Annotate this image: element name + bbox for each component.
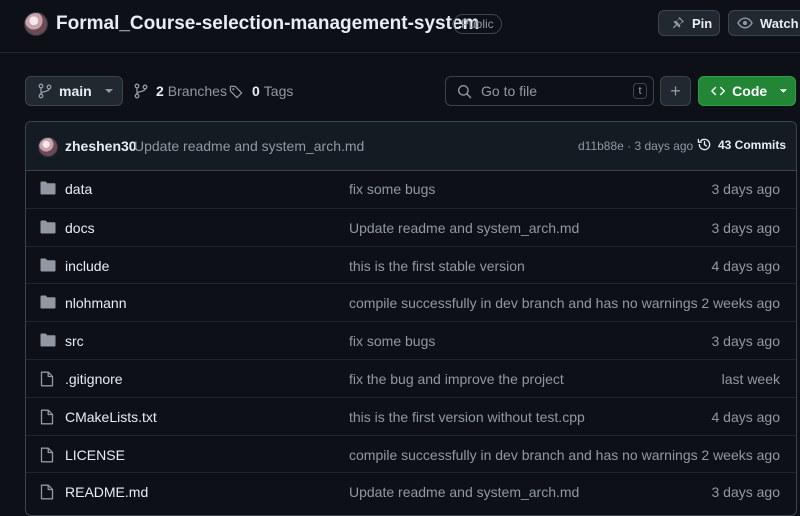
branches-label: Branches: [167, 83, 227, 99]
code-label: Code: [732, 83, 768, 99]
branch-selector[interactable]: main: [25, 76, 123, 106]
folder-icon: [40, 220, 56, 239]
file-name[interactable]: .gitignore: [65, 371, 123, 387]
file-name[interactable]: include: [65, 258, 109, 274]
file-name[interactable]: LICENSE: [65, 447, 125, 463]
pin-button[interactable]: Pin: [658, 10, 720, 36]
go-to-file-input[interactable]: Go to file t: [445, 76, 654, 106]
tag-icon: [229, 85, 243, 98]
latest-commit-bar: zheshen30 Update readme and system_arch.…: [26, 122, 796, 171]
commit-author-avatar[interactable]: [38, 137, 58, 157]
file-commit-time: 4 days ago: [711, 408, 781, 425]
file-commit-time: 2 weeks ago: [701, 295, 780, 312]
file-commit-time: 3 days ago: [711, 333, 781, 350]
tags-link[interactable]: 0 Tags: [229, 83, 293, 99]
commit-hash-time[interactable]: d11b88e · 3 days ago: [578, 139, 693, 153]
caret-down-icon: [104, 89, 113, 93]
commit-author[interactable]: zheshen30: [65, 138, 137, 154]
caret-down-icon: [780, 89, 788, 93]
file-name[interactable]: README.md: [65, 484, 148, 500]
file-name[interactable]: docs: [65, 220, 95, 236]
plus-icon: +: [670, 80, 681, 101]
branches-link[interactable]: 2 Branches: [134, 83, 227, 99]
repo-title[interactable]: Formal_Course-selection-management-syste…: [56, 13, 479, 35]
shortcut-key: t: [633, 83, 647, 99]
file-name[interactable]: src: [65, 333, 84, 349]
folder-icon: [40, 333, 56, 352]
file-commit-message[interactable]: Update readme and system_arch.md: [349, 484, 579, 500]
file-row[interactable]: LICENSE compile successfully in dev branc…: [26, 434, 796, 473]
pin-icon: [672, 17, 684, 29]
code-icon: [711, 86, 725, 96]
visibility-badge: Public: [453, 14, 502, 34]
file-icon: [40, 409, 54, 430]
file-commit-time: 3 days ago: [711, 181, 781, 197]
tags-label: Tags: [263, 83, 294, 99]
file-row[interactable]: README.md Update readme and system_arch.m…: [26, 472, 796, 510]
file-commit-message[interactable]: this is the first stable version: [349, 258, 525, 274]
file-row[interactable]: CMakeLists.txt this is the first version …: [26, 396, 796, 435]
file-commit-message[interactable]: fix some bugs: [349, 181, 435, 197]
commit-message[interactable]: Update readme and system_arch.md: [134, 138, 364, 154]
commits-history-link[interactable]: 43 Commits: [697, 137, 786, 152]
code-button[interactable]: Code: [698, 76, 796, 106]
pin-label: Pin: [692, 15, 713, 31]
owner-avatar[interactable]: [24, 12, 48, 36]
search-icon: [457, 84, 472, 98]
file-list: zheshen30 Update readme and system_arch.…: [25, 121, 797, 516]
search-placeholder: Go to file: [481, 83, 538, 99]
file-commit-time: 3 days ago: [711, 484, 781, 501]
file-commit-message[interactable]: fix the bug and improve the project: [349, 371, 564, 387]
file-commit-time: 4 days ago: [711, 257, 781, 274]
commits-count: 43 Commits: [718, 137, 787, 152]
file-commit-message[interactable]: Update readme and system_arch.md: [349, 220, 579, 236]
file-row[interactable]: docs Update readme and system_arch.md 3 da…: [26, 207, 796, 246]
branches-count: 2: [156, 83, 164, 99]
tags-count: 0: [252, 83, 260, 99]
branch-name: main: [59, 83, 92, 99]
file-commit-time: 2 weeks ago: [701, 446, 780, 463]
file-row[interactable]: data fix some bugs 3 days ago: [26, 170, 796, 208]
file-commit-time: last week: [721, 371, 780, 387]
file-commit-message[interactable]: compile successfully in dev branch and h…: [349, 447, 698, 463]
file-row[interactable]: src fix some bugs 3 days ago: [26, 321, 796, 359]
add-file-button[interactable]: +: [660, 76, 691, 106]
file-commit-message[interactable]: compile successfully in dev branch and h…: [349, 295, 698, 311]
branch-icon: [38, 83, 52, 99]
file-name[interactable]: nlohmann: [65, 295, 127, 311]
file-icon: [40, 447, 54, 468]
history-icon: [697, 138, 711, 151]
file-row[interactable]: include this is the first stable version 4…: [26, 245, 796, 284]
branch-icon: [134, 83, 148, 99]
file-name[interactable]: CMakeLists.txt: [65, 409, 157, 425]
file-icon: [40, 484, 54, 505]
watch-label: Watch: [760, 15, 799, 31]
file-commit-message[interactable]: this is the first version without test.c…: [349, 409, 585, 425]
file-commit-message[interactable]: fix some bugs: [349, 333, 435, 349]
folder-icon: [40, 295, 56, 314]
file-icon: [40, 371, 54, 392]
folder-icon: [40, 181, 56, 200]
file-name[interactable]: data: [65, 181, 92, 197]
file-row[interactable]: .gitignore fix the bug and improve the pr…: [26, 359, 796, 397]
folder-icon: [40, 258, 56, 277]
file-commit-time: 3 days ago: [711, 219, 781, 236]
watch-button[interactable]: Watch: [728, 10, 800, 36]
file-row[interactable]: nlohmann compile successfully in dev bran…: [26, 283, 796, 321]
eye-icon: [737, 17, 753, 29]
repo-header: Formal_Course-selection-management-syste…: [0, 0, 800, 53]
